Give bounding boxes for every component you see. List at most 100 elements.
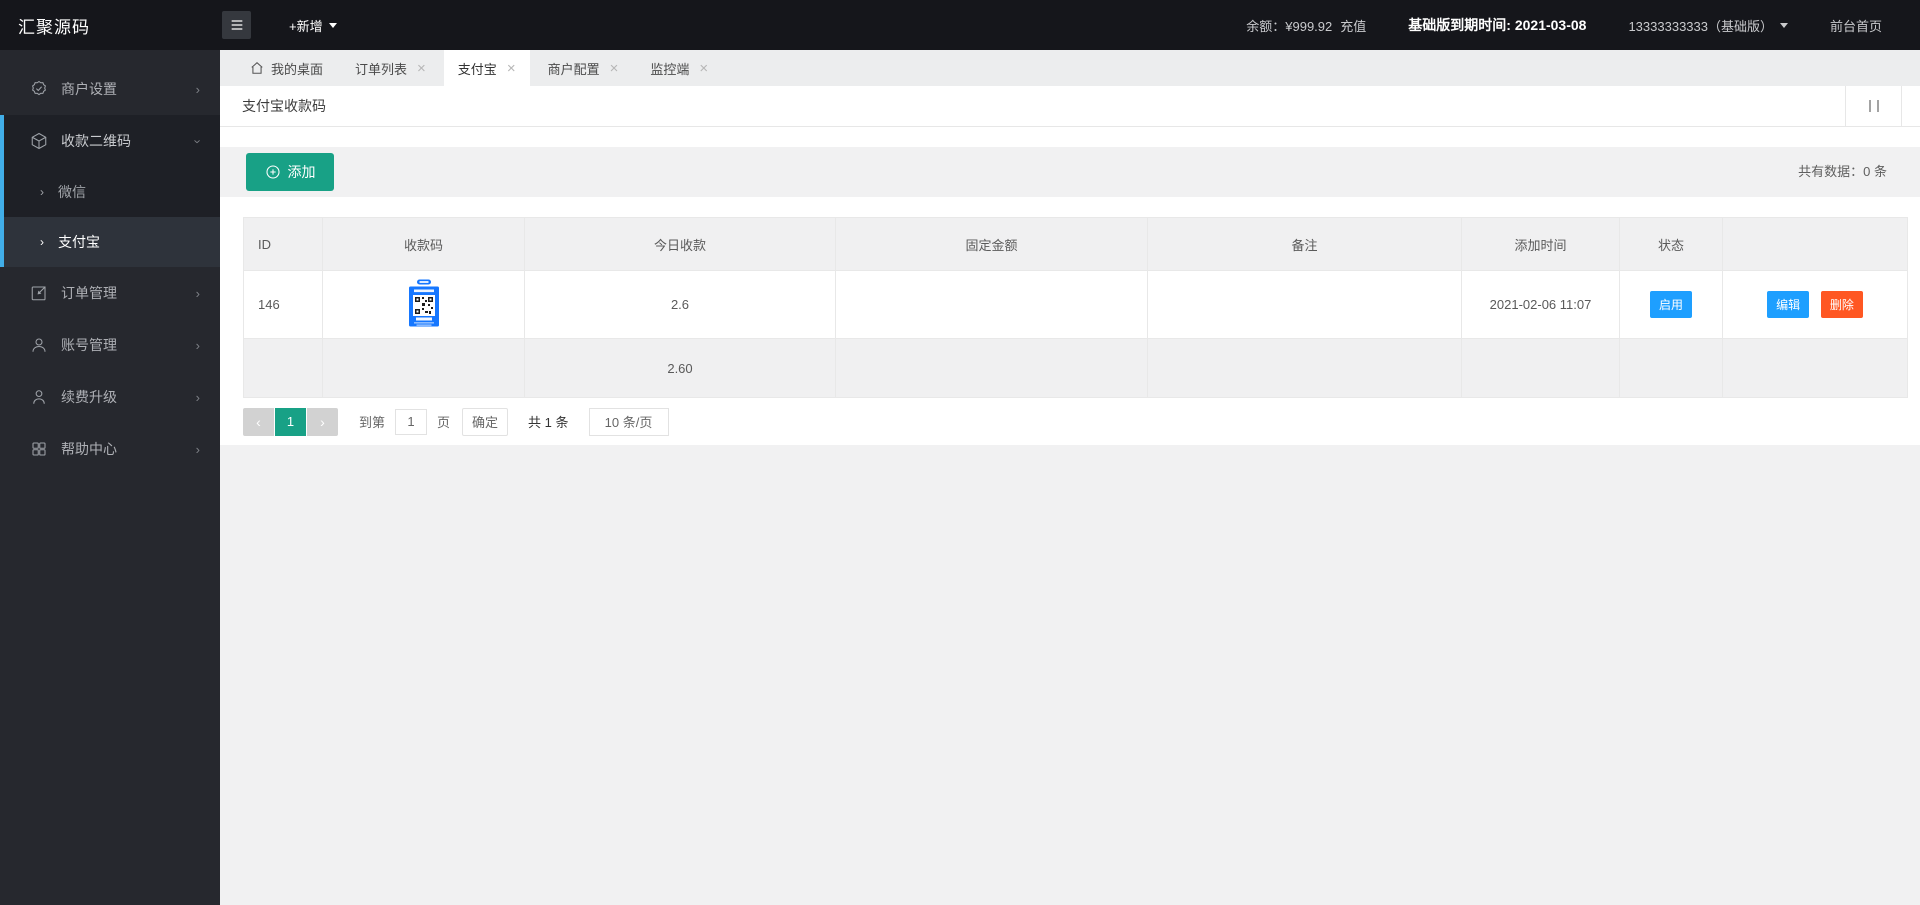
chevron-right-icon: › bbox=[195, 285, 200, 301]
delete-button[interactable]: 删除 bbox=[1820, 291, 1863, 318]
sidebar-item-merchant-settings[interactable]: 商户设置 › bbox=[0, 63, 220, 115]
sidebar-subitem-label: 微信 bbox=[58, 184, 86, 200]
sidebar-item-label: 商户设置 bbox=[61, 81, 117, 97]
account-dropdown[interactable]: 13333333333（基础版） bbox=[1628, 16, 1788, 35]
summary-fixed-amount bbox=[835, 338, 1148, 398]
tab-label: 监控端 bbox=[650, 61, 690, 77]
chevron-right-icon: › bbox=[40, 185, 44, 199]
toolbar: 添加 共有数据：0 条 bbox=[220, 147, 1920, 197]
sidebar-item-label: 订单管理 bbox=[61, 285, 117, 301]
total-items-label: 共 1 条 bbox=[528, 415, 569, 430]
account-label: 13333333333（基础版） bbox=[1628, 18, 1773, 34]
summary-remark bbox=[1147, 338, 1462, 398]
page-unit-label: 页 bbox=[437, 415, 451, 430]
cell-today-income: 2.6 bbox=[524, 270, 836, 339]
sidebar-item-help-center[interactable]: 帮助中心 › bbox=[0, 423, 220, 475]
chevron-right-icon: › bbox=[195, 441, 200, 457]
cell-actions: 编辑 删除 bbox=[1722, 270, 1908, 339]
sidebar-item-label: 收款二维码 bbox=[61, 133, 131, 149]
plan-expire-text: 基础版到期时间: 2021-03-08 bbox=[1408, 17, 1587, 33]
alipay-qr-thumbnail[interactable] bbox=[407, 279, 441, 327]
sidebar-item-alipay[interactable]: › 支付宝 bbox=[4, 217, 220, 267]
tab-my-desktop[interactable]: 我的桌面 bbox=[236, 50, 337, 86]
prev-page-button[interactable]: ‹ bbox=[243, 407, 274, 436]
tab-order-list[interactable]: 订单列表 × bbox=[341, 50, 440, 86]
tab-label: 订单列表 bbox=[355, 61, 408, 77]
sidebar-item-label: 续费升级 bbox=[61, 389, 117, 405]
sidebar-item-qrcode[interactable]: 收款二维码 › bbox=[4, 115, 220, 167]
sidebar-group-qrcode: 收款二维码 › › 微信 › 支付宝 bbox=[0, 115, 220, 267]
cell-qrcode bbox=[322, 270, 525, 339]
cell-id: 146 bbox=[243, 270, 323, 339]
summary-qrcode bbox=[322, 338, 525, 398]
sidebar-collapse-button[interactable] bbox=[222, 11, 251, 39]
page-size-select[interactable]: 10 条/页 bbox=[588, 407, 669, 436]
add-button-label: 添加 bbox=[287, 164, 316, 180]
qr-cube-icon bbox=[30, 132, 48, 150]
chevron-left-icon: ‹ bbox=[256, 413, 261, 430]
chevron-right-icon: › bbox=[195, 389, 200, 405]
sidebar-item-renewal[interactable]: 续费升级 › bbox=[0, 371, 220, 423]
summary-added-time bbox=[1461, 338, 1620, 398]
tab-label: 支付宝 bbox=[457, 61, 497, 77]
page-title-bar: 支付宝收款码 bbox=[220, 86, 1920, 127]
sidebar-nav: 商户设置 › 收款二维码 › › 微信 › 支付宝 订单管理 › 账号管理 › … bbox=[0, 50, 220, 905]
recharge-link[interactable]: 充值 bbox=[1340, 16, 1366, 35]
tab-merchant-config[interactable]: 商户配置 × bbox=[534, 50, 633, 86]
sidebar-subitem-label: 支付宝 bbox=[58, 234, 100, 250]
main-content: 我的桌面 订单列表 × 支付宝 × 商户配置 × 监控端 × 支付宝收款码 添加… bbox=[220, 50, 1920, 905]
user-icon bbox=[30, 336, 48, 354]
menu-list-icon bbox=[229, 17, 245, 33]
content-background bbox=[220, 445, 1920, 905]
header-remark: 备注 bbox=[1147, 217, 1462, 271]
chevron-down-icon: › bbox=[190, 138, 206, 144]
caret-down-icon bbox=[1779, 22, 1788, 28]
current-page-button[interactable]: 1 bbox=[275, 407, 306, 436]
pause-bars-icon bbox=[1868, 100, 1871, 112]
close-icon[interactable]: × bbox=[417, 60, 426, 77]
total-count-text: 共有数据：0 条 bbox=[1798, 164, 1887, 179]
summary-actions bbox=[1722, 338, 1908, 398]
close-icon[interactable]: × bbox=[699, 60, 708, 77]
new-create-dropdown[interactable]: +新增 bbox=[289, 16, 337, 35]
page-number-input[interactable] bbox=[395, 408, 428, 435]
status-badge[interactable]: 启用 bbox=[1649, 291, 1692, 318]
front-home-link[interactable]: 前台首页 bbox=[1830, 16, 1882, 35]
cell-remark bbox=[1147, 270, 1462, 339]
edit-button[interactable]: 编辑 bbox=[1767, 291, 1810, 318]
edit-square-icon bbox=[30, 284, 48, 302]
renewal-user-icon bbox=[30, 388, 48, 406]
sidebar-item-wechat[interactable]: › 微信 bbox=[4, 167, 220, 217]
chevron-right-icon: › bbox=[195, 81, 200, 97]
summary-status bbox=[1619, 338, 1723, 398]
sidebar-item-label: 帮助中心 bbox=[61, 441, 117, 457]
cell-fixed-amount bbox=[835, 270, 1148, 339]
sidebar-item-accounts[interactable]: 账号管理 › bbox=[0, 319, 220, 371]
header-fixed-amount: 固定金额 bbox=[835, 217, 1148, 271]
close-icon[interactable]: × bbox=[507, 60, 516, 77]
cell-status: 启用 bbox=[1619, 270, 1723, 339]
tab-bar: 我的桌面 订单列表 × 支付宝 × 商户配置 × 监控端 × bbox=[220, 50, 1920, 86]
tab-monitor[interactable]: 监控端 × bbox=[636, 50, 722, 86]
home-icon bbox=[250, 61, 264, 75]
table-header-row: ID 收款码 今日收款 固定金额 备注 添加时间 状态 bbox=[243, 217, 1908, 271]
page-title: 支付宝收款码 bbox=[242, 98, 326, 114]
plus-circle-icon bbox=[265, 164, 281, 180]
pagination-bar: ‹ 1 › 到第 页 确定 共 1 条 10 条/页 bbox=[220, 398, 1920, 445]
add-button[interactable]: 添加 bbox=[246, 153, 334, 191]
header-status: 状态 bbox=[1619, 217, 1723, 271]
panel-toggle-button[interactable] bbox=[1845, 86, 1902, 126]
sidebar-item-orders[interactable]: 订单管理 › bbox=[0, 267, 220, 319]
chevron-right-icon: › bbox=[320, 413, 325, 430]
next-page-button[interactable]: › bbox=[307, 407, 338, 436]
summary-today-income: 2.60 bbox=[524, 338, 836, 398]
header-qrcode: 收款码 bbox=[322, 217, 525, 271]
balance-label: 余额：¥999.92 bbox=[1246, 18, 1333, 34]
header-actions bbox=[1722, 217, 1908, 271]
close-icon[interactable]: × bbox=[610, 60, 619, 77]
tab-alipay[interactable]: 支付宝 × bbox=[443, 50, 530, 86]
badge-check-icon bbox=[30, 80, 48, 98]
cell-added-time: 2021-02-06 11:07 bbox=[1461, 270, 1620, 339]
confirm-page-button[interactable]: 确定 bbox=[462, 407, 509, 436]
new-create-label: +新增 bbox=[289, 18, 323, 34]
